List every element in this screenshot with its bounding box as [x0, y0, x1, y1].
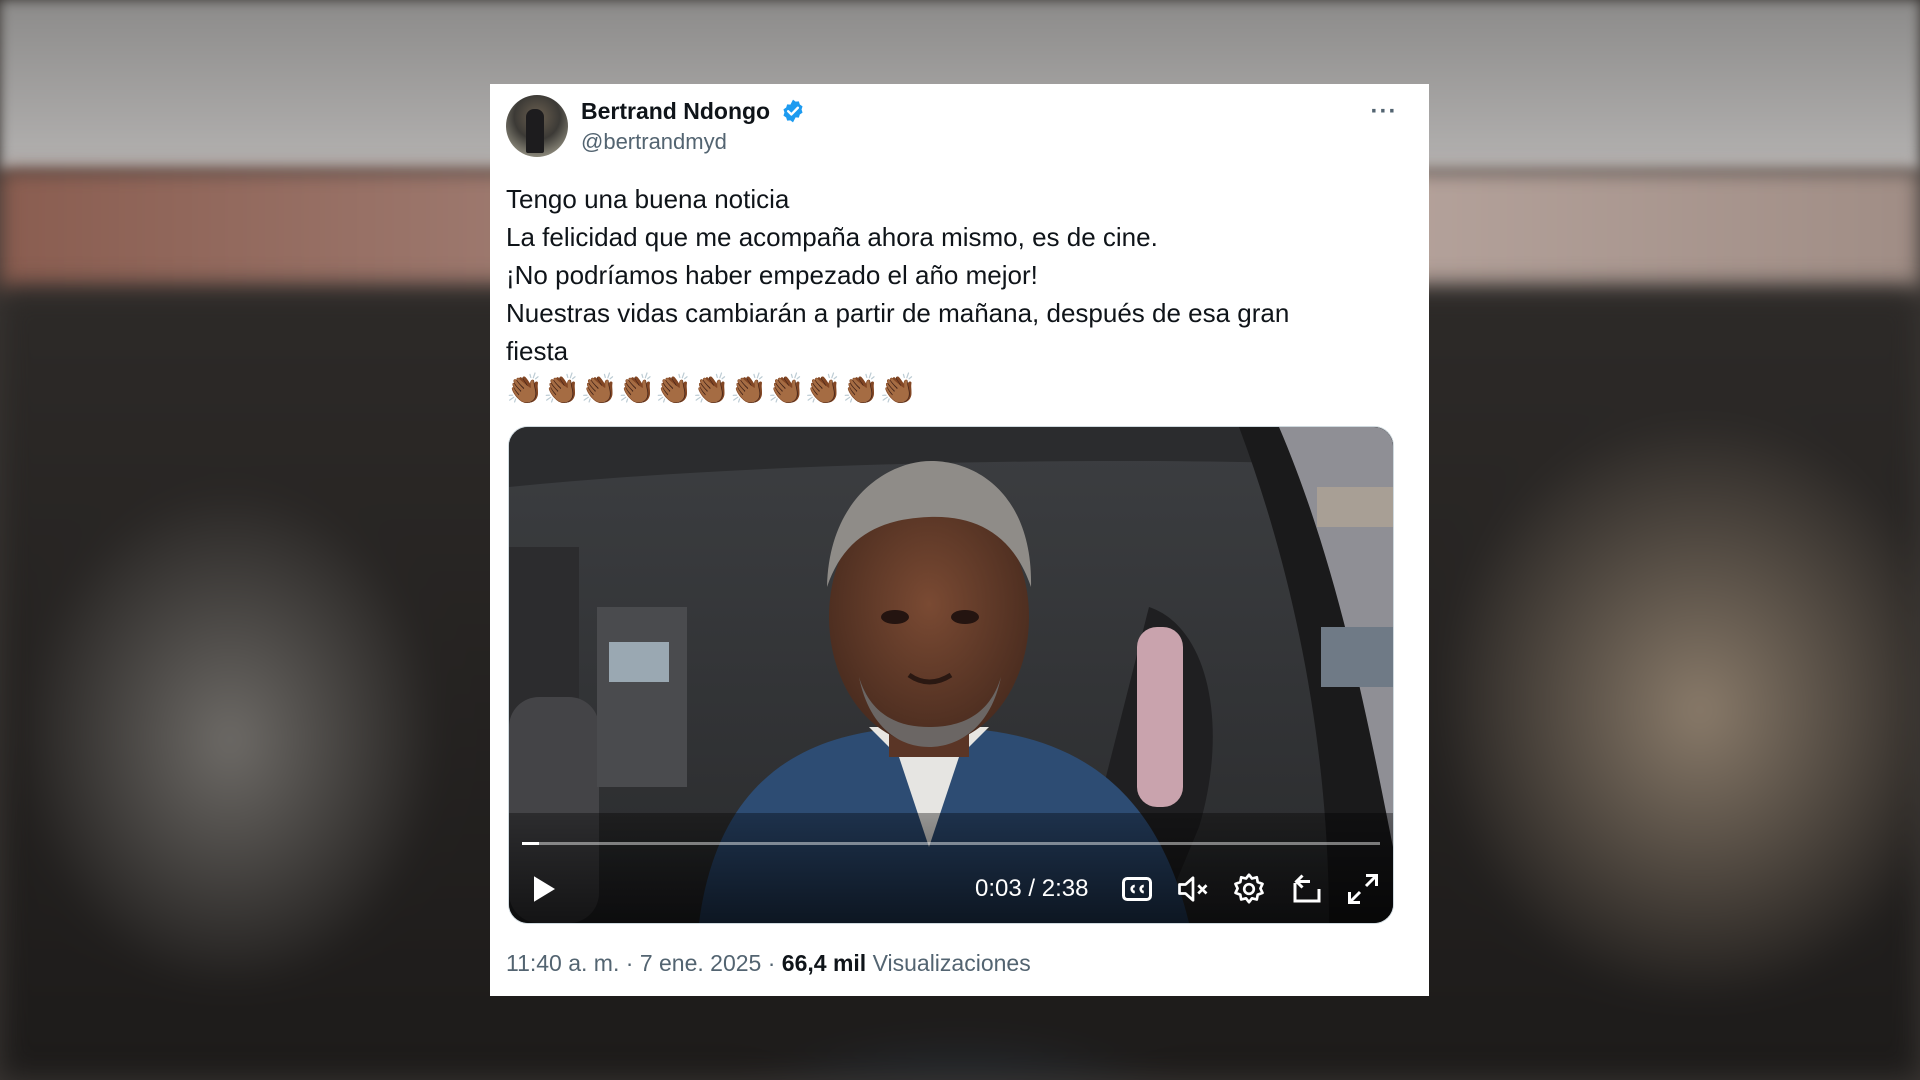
video-progress-bar[interactable]: [522, 842, 1380, 845]
tweet-line: La felicidad que me acompaña ahora mismo…: [506, 222, 1158, 252]
author-name[interactable]: Bertrand Ndongo: [581, 98, 770, 125]
clapping-emoji-line: 👏🏾👏🏾👏🏾👏🏾👏🏾👏🏾👏🏾👏🏾👏🏾👏🏾👏🏾: [506, 373, 917, 406]
tweet-line: ¡No podríamos haber empezado el año mejo…: [506, 260, 1038, 290]
separator: ·: [625, 950, 634, 976]
views-count: 66,4 mil: [781, 950, 867, 976]
tweet-line: Tengo una buena noticia: [506, 184, 790, 214]
tweet-card: Bertrand Ndongo @bertrandmyd ··· Tengo u…: [490, 84, 1429, 996]
tweet-date[interactable]: 7 ene. 2025: [640, 950, 762, 976]
tweet-time[interactable]: 11:40 a. m.: [506, 950, 619, 976]
play-icon[interactable]: [525, 871, 561, 907]
separator: ·: [767, 950, 776, 976]
video-time-display: 0:03 / 2:38: [975, 875, 1089, 902]
video-progress-fill: [522, 842, 540, 845]
settings-icon[interactable]: [1231, 871, 1267, 907]
views-label: Visualizaciones: [872, 950, 1031, 976]
video-player[interactable]: 0:03 / 2:38: [508, 426, 1394, 924]
avatar[interactable]: [506, 95, 568, 157]
verified-badge-icon: [783, 99, 803, 123]
captions-icon[interactable]: [1119, 871, 1155, 907]
mute-icon[interactable]: [1175, 871, 1211, 907]
more-icon[interactable]: ···: [1364, 98, 1404, 128]
fullscreen-icon[interactable]: [1345, 871, 1381, 907]
tweet-line: Nuestras vidas cambiarán a partir de mañ…: [506, 298, 1290, 366]
tweet-metadata: 11:40 a. m. · 7 ene. 2025 · 66,4 mil Vis…: [506, 950, 1031, 977]
tweet-text: Tengo una buena noticia La felicidad que…: [506, 180, 1386, 370]
author-handle[interactable]: @bertrandmyd: [581, 129, 727, 155]
pip-icon[interactable]: [1289, 871, 1325, 907]
